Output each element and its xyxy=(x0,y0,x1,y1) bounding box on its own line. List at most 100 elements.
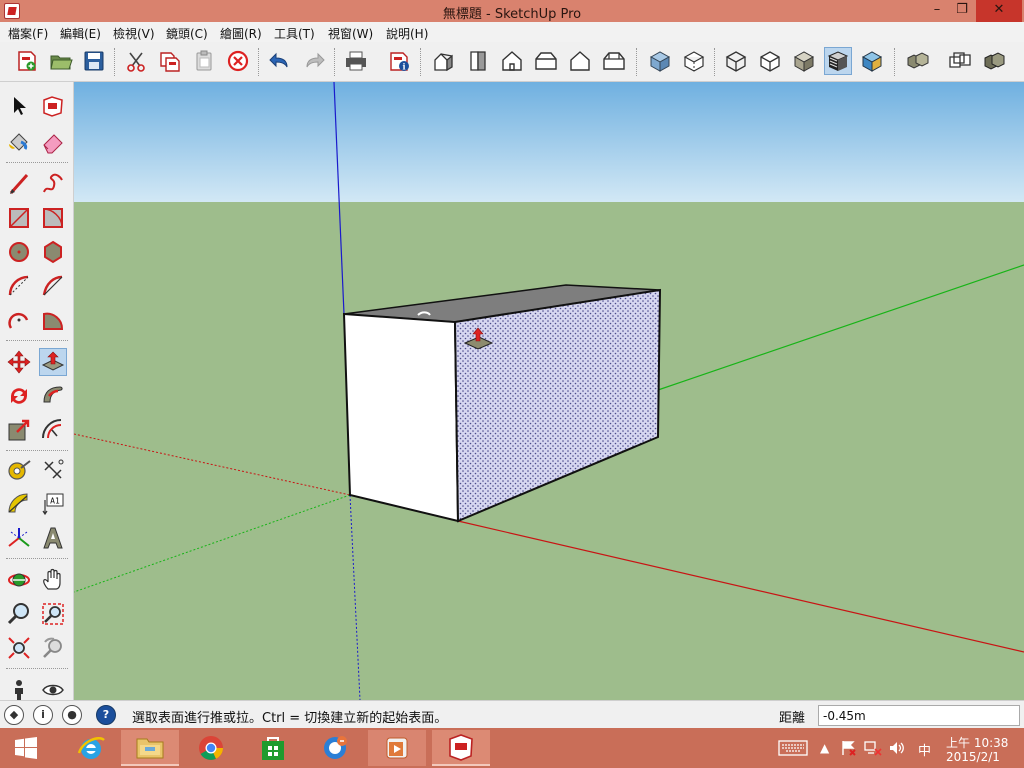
back-edges-icon[interactable] xyxy=(680,47,708,75)
close-button[interactable]: ✕ xyxy=(976,0,1022,22)
select-icon[interactable] xyxy=(5,92,33,120)
menu-file[interactable]: 檔案(F) xyxy=(8,25,48,42)
make-component-icon[interactable] xyxy=(39,92,67,120)
iso-view-icon[interactable] xyxy=(430,47,458,75)
show-hidden-icons-icon[interactable]: ▲ xyxy=(820,741,829,755)
minimize-button[interactable]: – xyxy=(926,0,948,22)
arc-icon[interactable] xyxy=(5,272,33,300)
measurements-label: 距離 xyxy=(779,711,806,726)
title-bar: 無標題 - SketchUp Pro – ❐ ✕ xyxy=(0,0,1024,22)
pan-icon[interactable] xyxy=(39,566,67,594)
user-account-icon[interactable]: ● xyxy=(62,705,82,725)
components-icon[interactable] xyxy=(904,47,932,75)
new-file-icon[interactable] xyxy=(13,47,41,75)
previous-view-icon[interactable] xyxy=(39,634,67,662)
two-point-arc-icon[interactable] xyxy=(39,272,67,300)
chrome-icon[interactable] xyxy=(182,730,240,766)
back-view-icon[interactable] xyxy=(566,47,594,75)
zoom-extents-icon[interactable] xyxy=(5,634,33,662)
instructor-help-icon[interactable]: ? xyxy=(96,705,116,725)
network-icon[interactable] xyxy=(864,740,882,756)
line-icon[interactable] xyxy=(5,170,33,198)
menu-edit[interactable]: 編輯(E) xyxy=(60,25,101,42)
axes-icon[interactable] xyxy=(5,524,33,552)
paint-bucket-icon[interactable] xyxy=(5,128,33,156)
menu-help[interactable]: 說明(H) xyxy=(386,25,428,42)
rectangle-icon[interactable] xyxy=(5,204,33,232)
menu-bar: 檔案(F) 編輯(E) 檢視(V) 鏡頭(C) 繪圖(R) 工具(T) 視窗(W… xyxy=(0,22,1024,42)
eraser-icon[interactable] xyxy=(39,128,67,156)
open-folder-icon[interactable] xyxy=(47,47,75,75)
3d-text-icon[interactable] xyxy=(39,524,67,552)
3d-viewport[interactable] xyxy=(74,82,1024,700)
print-icon[interactable] xyxy=(342,47,370,75)
hidden-line-icon[interactable] xyxy=(756,47,784,75)
geo-location-icon[interactable]: ◆ xyxy=(4,705,24,725)
rotated-rectangle-icon[interactable] xyxy=(39,204,67,232)
circle-icon[interactable] xyxy=(5,238,33,266)
zoom-window-icon[interactable] xyxy=(39,600,67,628)
rotate-icon[interactable] xyxy=(5,382,33,410)
file-explorer-icon[interactable] xyxy=(121,730,179,766)
right-view-icon[interactable] xyxy=(532,47,560,75)
protractor-icon[interactable] xyxy=(5,490,33,518)
svg-text:i: i xyxy=(402,62,405,72)
copy-icon[interactable] xyxy=(156,47,184,75)
solid-tools-icon[interactable] xyxy=(980,47,1008,75)
redo-icon[interactable] xyxy=(300,47,328,75)
follow-me-icon[interactable] xyxy=(39,382,67,410)
erase-selection-icon[interactable] xyxy=(224,47,252,75)
menu-tools[interactable]: 工具(T) xyxy=(274,25,315,42)
save-icon[interactable] xyxy=(80,47,108,75)
undo-icon[interactable] xyxy=(266,47,294,75)
paste-icon[interactable] xyxy=(190,47,218,75)
store-icon[interactable] xyxy=(244,730,302,766)
top-view-icon[interactable] xyxy=(464,47,492,75)
ime-indicator[interactable]: 中 xyxy=(918,740,931,759)
menu-draw[interactable]: 繪圖(R) xyxy=(220,25,262,42)
internet-explorer-icon[interactable] xyxy=(62,730,120,766)
xray-icon[interactable] xyxy=(646,47,674,75)
shaded-textures-icon[interactable] xyxy=(824,47,852,75)
media-player-icon[interactable] xyxy=(368,730,426,766)
menu-window[interactable]: 視窗(W) xyxy=(328,25,373,42)
menu-view[interactable]: 檢視(V) xyxy=(113,25,155,42)
clock-date[interactable]: 2015/2/1 xyxy=(946,750,1000,764)
box-front-face[interactable] xyxy=(342,312,460,523)
scale-icon[interactable] xyxy=(5,416,33,444)
move-icon[interactable] xyxy=(5,348,33,376)
offset-icon[interactable] xyxy=(39,416,67,444)
text-icon[interactable]: A1 xyxy=(39,490,67,518)
three-point-arc-icon[interactable] xyxy=(5,306,33,334)
left-view-icon[interactable] xyxy=(600,47,628,75)
clock-time[interactable]: 上午 10:38 xyxy=(946,734,1008,751)
sky xyxy=(74,82,1024,202)
measurements-input[interactable] xyxy=(818,705,1020,726)
action-center-icon[interactable] xyxy=(840,740,856,756)
touch-keyboard-icon[interactable] xyxy=(778,740,808,756)
status-bar: ◆ i ● ? 選取表面進行推或拉。Ctrl = 切換建立新的起始表面。 距離 xyxy=(0,700,1024,728)
pie-icon[interactable] xyxy=(39,306,67,334)
wireframe-icon[interactable] xyxy=(722,47,750,75)
menu-camera[interactable]: 鏡頭(C) xyxy=(166,25,208,42)
volume-icon[interactable] xyxy=(888,740,906,756)
maximize-button[interactable]: ❐ xyxy=(950,0,974,22)
credits-icon[interactable]: i xyxy=(33,705,53,725)
windows-start-icon[interactable] xyxy=(0,730,52,766)
zoom-icon[interactable] xyxy=(5,600,33,628)
sketchup-icon[interactable] xyxy=(432,730,490,766)
freehand-icon[interactable] xyxy=(39,170,67,198)
shaded-icon[interactable] xyxy=(790,47,818,75)
groups-icon[interactable] xyxy=(946,47,974,75)
push-pull-icon[interactable] xyxy=(39,348,67,376)
messenger-icon[interactable] xyxy=(306,730,364,766)
orbit-icon[interactable] xyxy=(5,566,33,594)
monochrome-icon[interactable] xyxy=(858,47,886,75)
front-view-icon[interactable] xyxy=(498,47,526,75)
model-info-icon[interactable]: i xyxy=(386,47,414,75)
taskbar: ▲ 中 上午 10:38 2015/2/1 xyxy=(0,728,1024,768)
cut-icon[interactable] xyxy=(122,47,150,75)
polygon-icon[interactable] xyxy=(39,238,67,266)
tape-measure-icon[interactable] xyxy=(5,456,33,484)
dimension-icon[interactable] xyxy=(39,456,67,484)
